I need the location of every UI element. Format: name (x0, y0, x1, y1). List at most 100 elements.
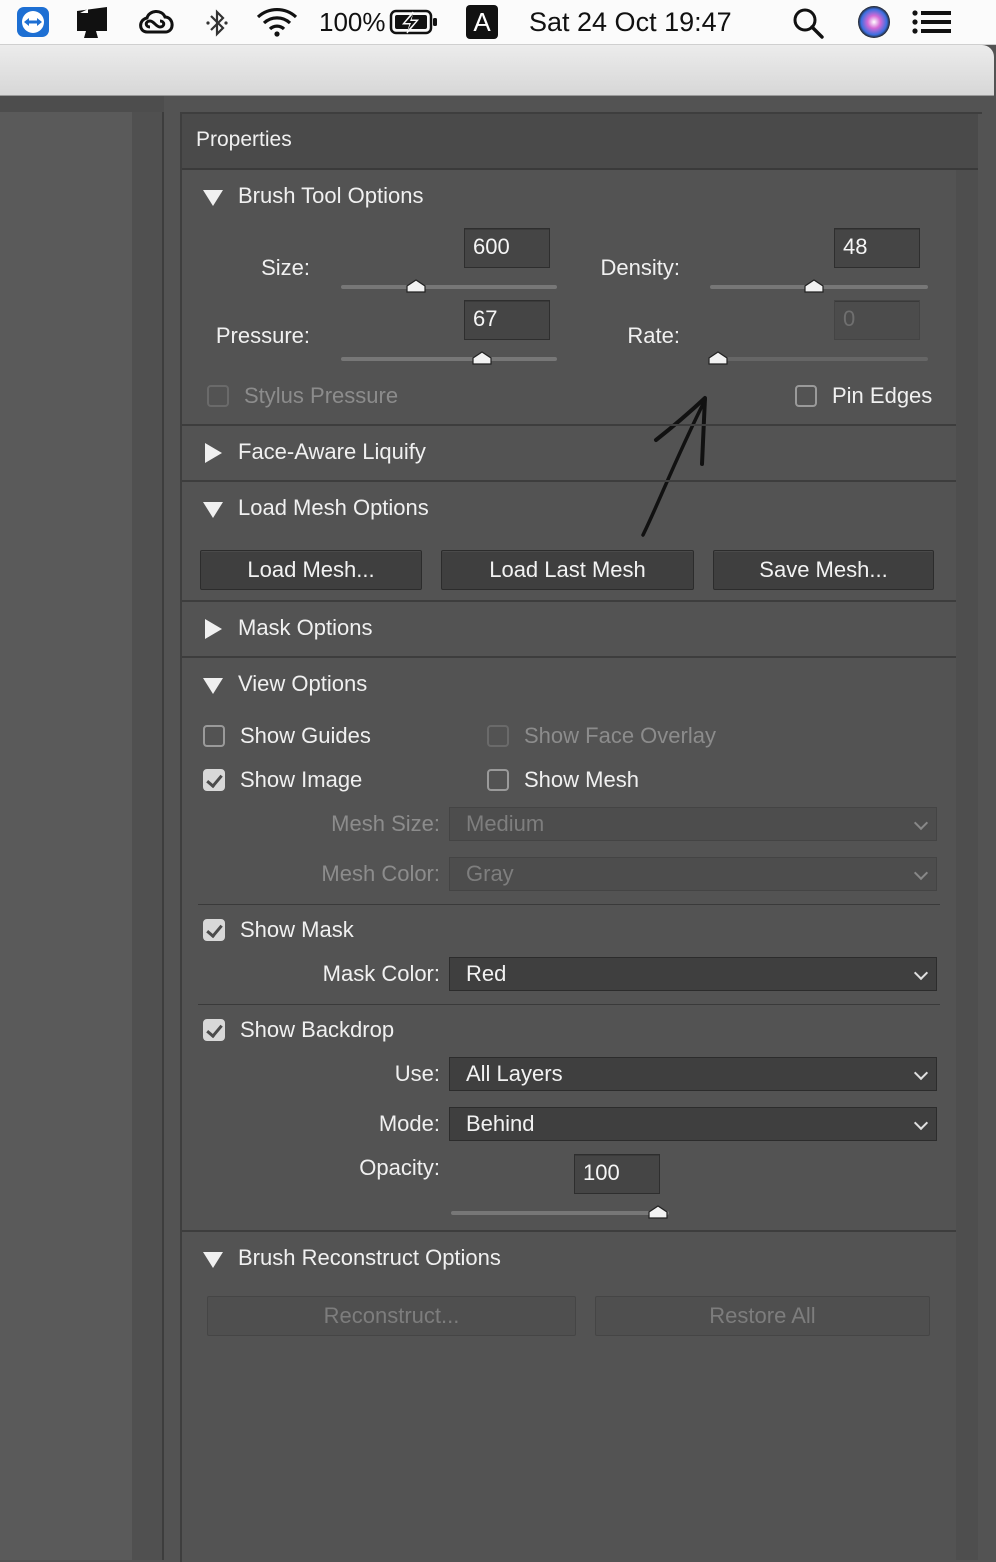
section-divider (182, 600, 956, 602)
density-label: Density: (600, 255, 680, 280)
reconstruct-button[interactable]: Reconstruct... (207, 1296, 576, 1336)
opacity-slider-track[interactable] (451, 1211, 669, 1215)
pressure-slider-track[interactable] (341, 357, 557, 361)
mesh-size-label: Mesh Size: (331, 811, 440, 836)
show-mask-label: Show Mask (240, 917, 354, 942)
pin-edges-checkbox[interactable] (795, 385, 817, 407)
battery-percent: 100% (319, 7, 386, 37)
section-divider (182, 1230, 956, 1232)
show-image-label: Show Image (240, 767, 363, 792)
opacity-label: Opacity: (359, 1155, 440, 1180)
mesh-size-value: Medium (466, 811, 545, 836)
expand-triangle-icon[interactable] (205, 443, 222, 463)
size-label: Size: (261, 255, 310, 280)
section-divider (182, 480, 956, 482)
collapse-triangle-icon[interactable] (203, 1252, 223, 1268)
group-divider (198, 904, 940, 905)
expand-triangle-icon[interactable] (205, 619, 222, 639)
section-brush-tool-options[interactable]: Brush Tool Options (238, 180, 423, 212)
show-face-overlay-checkbox[interactable] (487, 725, 509, 747)
left-pane (0, 96, 164, 1560)
show-backdrop-checkbox[interactable] (203, 1019, 225, 1041)
size-slider-thumb[interactable] (406, 279, 426, 293)
battery-charging-icon[interactable] (389, 9, 439, 35)
group-divider (198, 1004, 940, 1005)
left-pane-strip (132, 112, 164, 1560)
show-mesh-checkbox[interactable] (487, 769, 509, 791)
rate-label: Rate: (627, 323, 680, 348)
collapse-triangle-icon[interactable] (203, 678, 223, 694)
show-guides-checkbox[interactable] (203, 725, 225, 747)
notification-center-icon[interactable] (912, 10, 952, 36)
collapse-triangle-icon[interactable] (203, 502, 223, 518)
use-label: Use: (394, 1061, 440, 1086)
restore-all-button[interactable]: Restore All (595, 1296, 930, 1336)
use-value: All Layers (466, 1061, 563, 1086)
mode-select[interactable]: Behind (449, 1107, 937, 1141)
pressure-input[interactable]: 67 (464, 300, 550, 340)
density-input[interactable]: 48 (834, 228, 920, 268)
mask-color-label: Mask Color: (322, 961, 440, 986)
section-face-aware-liquify[interactable]: Face-Aware Liquify (238, 436, 426, 468)
show-backdrop-label: Show Backdrop (240, 1017, 395, 1042)
chevron-down-icon (913, 865, 929, 881)
pressure-slider-thumb[interactable] (472, 351, 492, 365)
load-last-mesh-button[interactable]: Load Last Mesh (441, 550, 694, 590)
menu-bar: 100% A Sat 24 Oct 19:47 (0, 0, 996, 45)
display-icon[interactable] (74, 5, 112, 39)
collapse-triangle-icon[interactable] (203, 190, 223, 206)
rate-input[interactable]: 0 (834, 300, 920, 340)
pressure-label: Pressure: (215, 323, 310, 348)
chevron-down-icon (913, 1115, 929, 1131)
section-divider (182, 424, 956, 426)
save-mesh-button[interactable]: Save Mesh... (713, 550, 934, 590)
chevron-down-icon (913, 1065, 929, 1081)
show-mesh-label: Show Mesh (524, 767, 639, 792)
size-input[interactable]: 600 (464, 228, 550, 268)
section-load-mesh-options[interactable]: Load Mesh Options (238, 492, 429, 524)
window-title-bar[interactable] (0, 45, 994, 96)
mode-value: Behind (466, 1111, 535, 1136)
show-image-checkbox[interactable] (203, 769, 225, 791)
mode-label: Mode: (378, 1111, 440, 1136)
mask-color-value: Red (466, 961, 507, 986)
mask-color-select[interactable]: Red (449, 957, 937, 991)
wifi-icon[interactable] (255, 6, 299, 38)
left-pane-area (0, 112, 132, 1560)
clock[interactable]: Sat 24 Oct 19:47 (529, 0, 732, 44)
creative-cloud-icon[interactable] (136, 6, 176, 36)
mesh-color-label: Mesh Color: (321, 861, 440, 886)
opacity-input[interactable]: 100 (574, 1154, 660, 1194)
panel-title: Properties (196, 128, 292, 151)
teamviewer-icon[interactable] (16, 6, 50, 38)
show-face-overlay-label: Show Face Overlay (524, 723, 716, 748)
input-source-badge[interactable]: A (466, 5, 498, 39)
show-guides-label: Show Guides (240, 723, 371, 748)
use-select[interactable]: All Layers (449, 1057, 937, 1091)
mesh-size-select[interactable]: Medium (449, 807, 937, 841)
stylus-pressure-label: Stylus Pressure (244, 383, 399, 408)
section-brush-reconstruct-options[interactable]: Brush Reconstruct Options (238, 1242, 501, 1274)
section-mask-options[interactable]: Mask Options (238, 612, 373, 644)
bluetooth-icon[interactable] (204, 8, 230, 38)
chevron-down-icon (913, 965, 929, 981)
density-slider-thumb[interactable] (804, 279, 824, 293)
rate-slider-thumb[interactable] (708, 351, 728, 365)
opacity-slider-thumb[interactable] (648, 1205, 668, 1219)
show-mask-checkbox[interactable] (203, 919, 225, 941)
rate-slider-track[interactable] (710, 357, 928, 361)
section-divider (182, 656, 956, 658)
mesh-color-value: Gray (466, 861, 514, 886)
panel-header (182, 114, 978, 170)
size-slider-track[interactable] (341, 285, 557, 289)
search-icon[interactable] (792, 7, 826, 39)
stylus-pressure-checkbox[interactable] (207, 385, 229, 407)
panel-scrollbar[interactable] (956, 170, 978, 1560)
chevron-down-icon (913, 815, 929, 831)
pin-edges-label: Pin Edges (832, 383, 933, 408)
annotation-arrow (641, 396, 707, 537)
siri-icon[interactable] (856, 4, 892, 40)
section-view-options[interactable]: View Options (238, 668, 367, 700)
mesh-color-select[interactable]: Gray (449, 857, 937, 891)
load-mesh-button[interactable]: Load Mesh... (200, 550, 422, 590)
